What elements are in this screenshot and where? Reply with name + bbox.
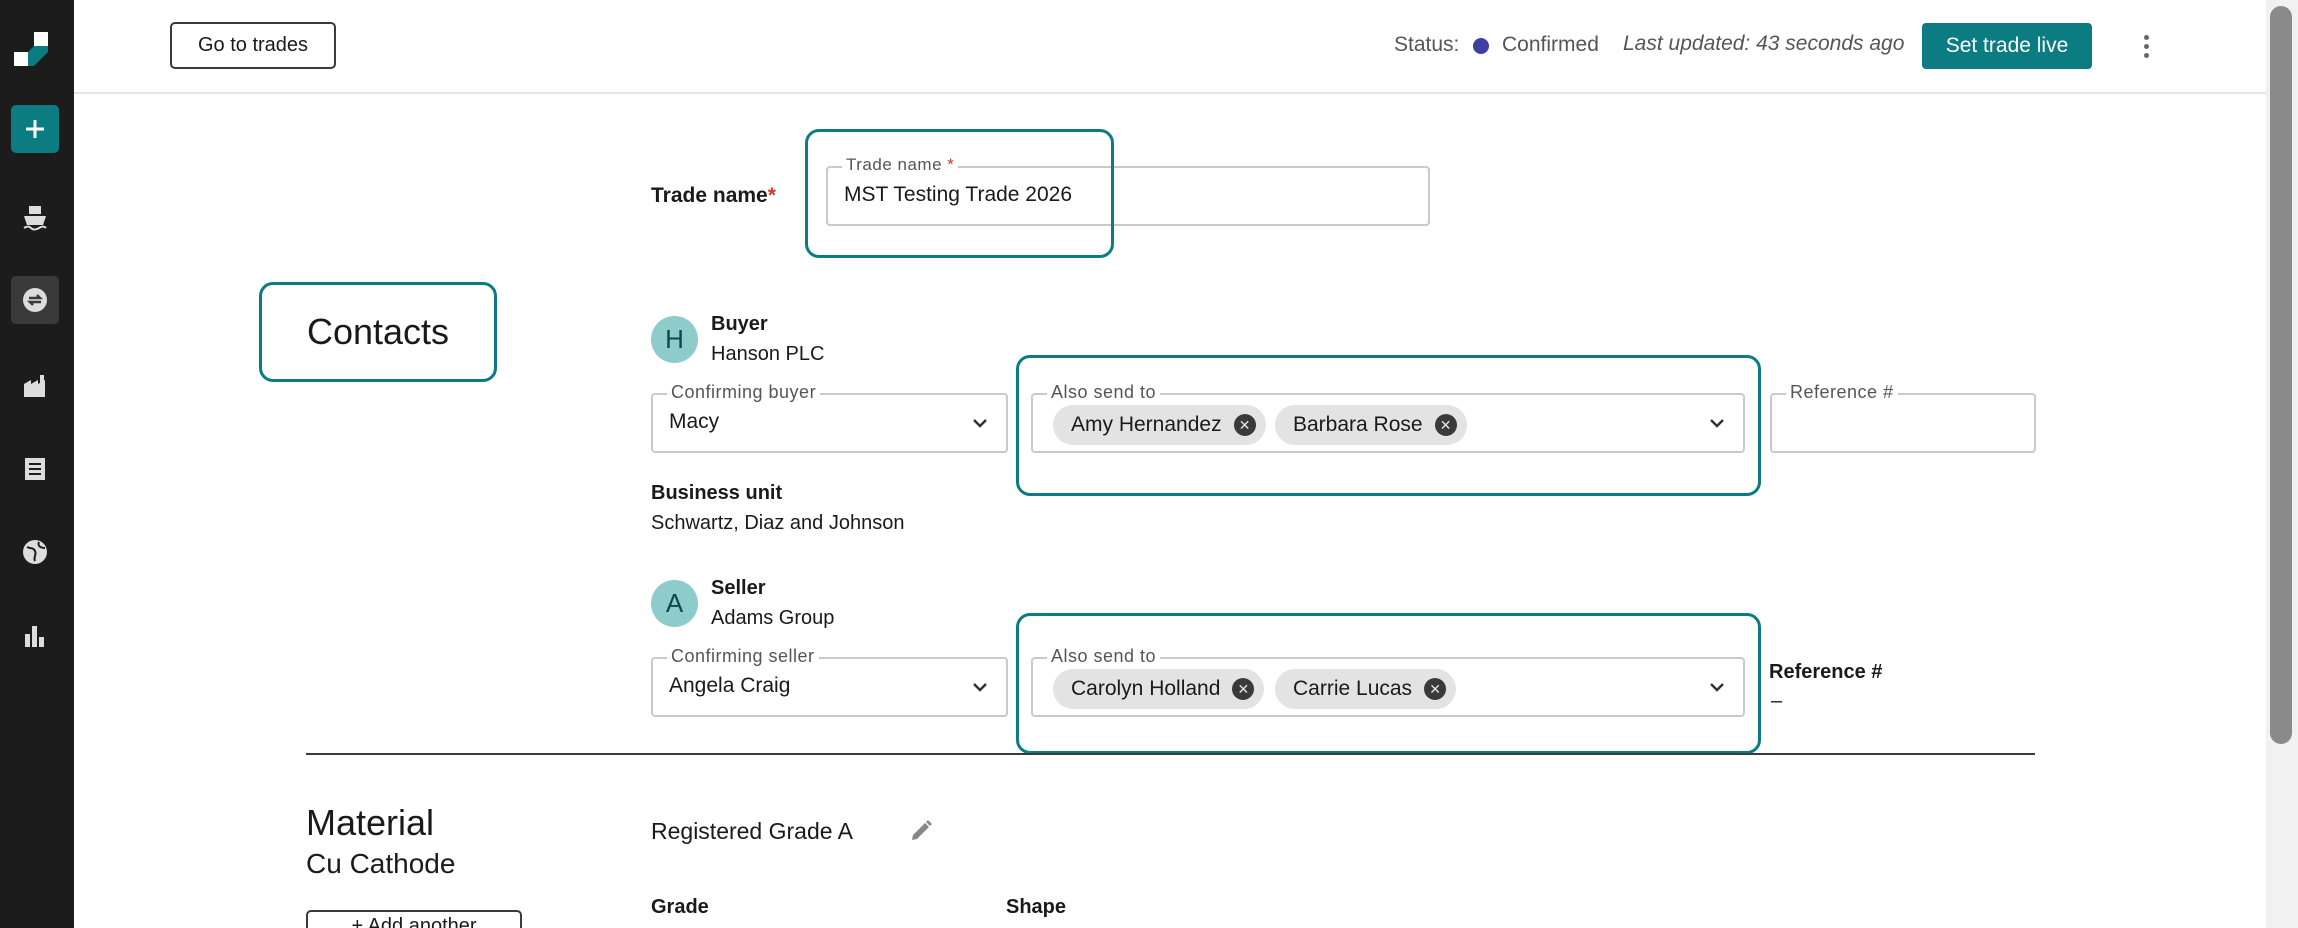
confirming-seller-label: Confirming seller	[667, 646, 819, 667]
grade-name: Registered Grade A	[651, 818, 854, 844]
edit-pencil-icon[interactable]	[908, 818, 934, 844]
contacts-section-title: Contacts	[259, 282, 497, 382]
sidebar-item-shipments[interactable]	[19, 201, 51, 233]
scrollbar-thumb[interactable]	[2270, 6, 2292, 744]
status-value: Confirmed	[1502, 33, 1599, 56]
status-label: Status:	[1394, 33, 1460, 56]
globe-icon	[23, 540, 47, 564]
chevron-down-icon	[973, 419, 987, 428]
shape-label: Shape	[1006, 896, 1067, 918]
vertical-scrollbar[interactable]	[2266, 0, 2298, 928]
business-unit-label: Business unit	[651, 482, 783, 504]
seller-avatar: A	[651, 580, 698, 627]
sidebar-item-production[interactable]	[19, 370, 51, 402]
trade-name-highlight	[805, 129, 1114, 258]
seller-role: Seller	[711, 577, 766, 599]
seller-reference-value: –	[1771, 690, 1783, 712]
new-trade-button[interactable]	[11, 105, 59, 153]
trades-icon	[23, 288, 47, 312]
app-logo[interactable]	[14, 32, 54, 72]
top-bar: Go to trades Status: Confirmed Last upda…	[74, 0, 2266, 94]
document-icon	[25, 458, 45, 480]
confirming-buyer-select[interactable]: Confirming buyer Macy	[651, 382, 1008, 453]
buyer-reference-label: Reference #	[1786, 382, 1898, 403]
confirming-buyer-label: Confirming buyer	[667, 382, 821, 403]
confirming-buyer-value: Macy	[669, 410, 720, 433]
confirming-seller-select[interactable]: Confirming seller Angela Craig	[651, 646, 1008, 717]
sidebar	[0, 0, 74, 928]
set-trade-live-button[interactable]: Set trade live	[1922, 23, 2092, 69]
last-updated-text: Last updated: 43 seconds ago	[1623, 32, 1905, 55]
sidebar-item-documents[interactable]	[19, 453, 51, 485]
buyer-reference-field[interactable]: Reference #	[1770, 382, 2036, 453]
grade-label: Grade	[651, 896, 709, 918]
buyer-avatar: H	[651, 316, 698, 363]
more-options-icon[interactable]	[2134, 30, 2158, 62]
ship-icon	[23, 206, 47, 231]
bar-chart-icon	[25, 626, 44, 647]
buyer-also-send-to-highlight	[1016, 355, 1761, 496]
seller-company: Adams Group	[711, 607, 835, 629]
go-to-trades-button[interactable]: Go to trades	[170, 22, 336, 69]
material-section-title: Material	[306, 802, 435, 843]
buyer-company: Hanson PLC	[711, 343, 825, 365]
sidebar-item-analytics[interactable]	[19, 620, 51, 652]
chevron-down-icon	[973, 683, 987, 692]
business-unit-value: Schwartz, Diaz and Johnson	[651, 512, 905, 534]
add-another-button[interactable]: + Add another	[306, 910, 522, 928]
sidebar-item-markets[interactable]	[19, 536, 51, 568]
factory-icon	[24, 375, 45, 397]
material-subtitle: Cu Cathode	[306, 848, 456, 879]
confirming-seller-value: Angela Craig	[669, 674, 791, 697]
section-divider	[306, 753, 2035, 755]
trade-name-label: Trade name*	[651, 184, 776, 207]
buyer-role: Buyer	[711, 313, 768, 335]
plus-icon	[26, 120, 44, 138]
seller-also-send-to-highlight	[1016, 613, 1761, 754]
seller-reference-label: Reference #	[1769, 661, 1883, 683]
sidebar-item-trades[interactable]	[11, 276, 59, 324]
status-indicator-dot	[1473, 38, 1489, 54]
